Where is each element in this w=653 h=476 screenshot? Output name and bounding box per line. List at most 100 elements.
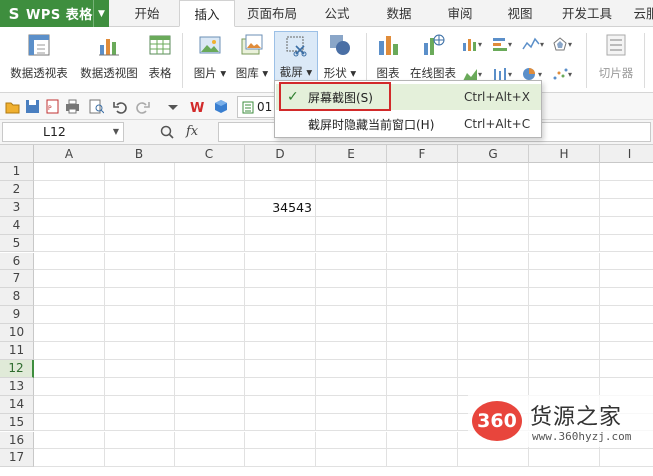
cell-d15[interactable] [245, 413, 316, 432]
cell-f15[interactable] [387, 413, 458, 432]
cell-b14[interactable] [104, 395, 175, 414]
cell-a4[interactable] [34, 216, 105, 235]
cell-b3[interactable] [104, 198, 175, 217]
cell-b5[interactable] [104, 234, 175, 253]
cell-f3[interactable] [387, 198, 458, 217]
cell-g13[interactable] [458, 377, 529, 396]
tab-formulas[interactable]: 公式 [312, 0, 362, 27]
radar-chart-dropdown[interactable]: ▾ [552, 35, 572, 53]
row-header-17[interactable]: 17 [0, 449, 34, 468]
cell-e13[interactable] [316, 377, 387, 396]
cell-b12[interactable] [104, 359, 175, 378]
cell-g17[interactable] [458, 449, 529, 468]
select-all-corner[interactable] [0, 145, 34, 163]
row-header-13[interactable]: 13 [0, 377, 34, 396]
cell-e5[interactable] [316, 234, 387, 253]
cell-e14[interactable] [316, 395, 387, 414]
cell-d2[interactable] [245, 180, 316, 199]
cell-f4[interactable] [387, 216, 458, 235]
screenshot-button[interactable]: 截屏 ▾ [274, 31, 318, 85]
cell-c2[interactable] [174, 180, 245, 199]
cell-a16[interactable] [34, 431, 105, 450]
column-header-i[interactable]: I [600, 145, 653, 163]
tab-view[interactable]: 视图 [496, 0, 544, 27]
row-header-5[interactable]: 5 [0, 234, 34, 253]
cell-d6[interactable] [245, 252, 316, 271]
cell-i11[interactable] [600, 342, 653, 360]
picture-button[interactable]: 图片 ▾ [190, 33, 230, 81]
column-header-b[interactable]: B [104, 145, 175, 163]
insert-function-fx[interactable]: fx [186, 124, 198, 139]
row-header-9[interactable]: 9 [0, 306, 34, 325]
cell-d9[interactable] [245, 306, 316, 325]
cell-b2[interactable] [104, 180, 175, 199]
cell-c10[interactable] [174, 324, 245, 342]
cell-e15[interactable] [316, 413, 387, 432]
cell-i4[interactable] [600, 217, 653, 235]
cell-g11[interactable] [458, 342, 529, 360]
cell-e2[interactable] [316, 180, 387, 199]
row-header-16[interactable]: 16 [0, 431, 34, 450]
row-header-1[interactable]: 1 [0, 163, 34, 181]
row-header-12[interactable]: 12 [0, 359, 34, 378]
row-header-2[interactable]: 2 [0, 180, 34, 199]
cell-f16[interactable] [387, 431, 458, 450]
cell-g8[interactable] [458, 288, 529, 307]
cell-f14[interactable] [387, 395, 458, 414]
name-box[interactable]: L12 ▼ [2, 122, 124, 142]
cell-i12[interactable] [600, 360, 653, 378]
row-header-10[interactable]: 10 [0, 324, 34, 342]
cell-b15[interactable] [104, 413, 175, 432]
cell-f5[interactable] [387, 234, 458, 253]
cube-app-icon[interactable] [213, 99, 228, 114]
print-icon[interactable] [65, 99, 80, 114]
cell-c5[interactable] [174, 234, 245, 253]
cell-c7[interactable] [174, 270, 245, 289]
cell-i10[interactable] [600, 324, 653, 342]
cell-a7[interactable] [34, 270, 105, 289]
cell-i8[interactable] [600, 288, 653, 307]
cell-a13[interactable] [34, 377, 105, 396]
undo-icon[interactable] [113, 99, 128, 114]
cell-d12[interactable] [245, 359, 316, 378]
cell-b10[interactable] [104, 324, 175, 342]
save-icon[interactable] [25, 99, 40, 114]
row-header-8[interactable]: 8 [0, 288, 34, 307]
app-menu-button[interactable]: S WPS 表格 ▼ [0, 0, 109, 27]
cell-a6[interactable] [34, 252, 105, 271]
cell-d4[interactable] [245, 216, 316, 235]
row-header-6[interactable]: 6 [0, 252, 34, 271]
cell-b13[interactable] [104, 377, 175, 396]
cell-c16[interactable] [174, 431, 245, 450]
cell-g5[interactable] [458, 234, 529, 253]
cell-b7[interactable] [104, 270, 175, 289]
cell-f12[interactable] [387, 359, 458, 378]
tab-developer[interactable]: 开发工具 [556, 0, 618, 27]
chevron-down-icon[interactable]: ▼ [113, 123, 119, 141]
table-button[interactable]: 表格 [144, 33, 176, 81]
cell-i13[interactable] [600, 378, 653, 396]
cell-i3[interactable] [600, 199, 653, 217]
row-header-7[interactable]: 7 [0, 270, 34, 289]
line-chart-dropdown[interactable]: ▾ [522, 35, 544, 53]
cell-d16[interactable] [245, 431, 316, 450]
cell-d17[interactable] [245, 449, 316, 468]
pivot-table-button[interactable]: 数据透视表 [8, 33, 70, 81]
cell-a2[interactable] [34, 180, 105, 199]
cell-h3[interactable] [529, 198, 600, 217]
cell-c1[interactable] [174, 163, 245, 181]
online-chart-button[interactable]: 在线图表 [408, 33, 458, 81]
column-header-c[interactable]: C [174, 145, 245, 163]
cell-g9[interactable] [458, 306, 529, 325]
cell-i17[interactable] [600, 449, 653, 468]
tab-insert[interactable]: 插入 [179, 0, 235, 27]
cell-h8[interactable] [529, 288, 600, 307]
tab-data[interactable]: 数据 [374, 0, 424, 27]
cell-g12[interactable] [458, 359, 529, 378]
tab-review[interactable]: 审阅 [436, 0, 484, 27]
cell-h11[interactable] [529, 342, 600, 360]
redo-icon[interactable] [135, 99, 150, 114]
row-header-3[interactable]: 3 [0, 198, 34, 217]
menu-item-hide-window-capture[interactable]: 截屏时隐藏当前窗口(H) Ctrl+Alt+C [276, 111, 541, 137]
cell-b16[interactable] [104, 431, 175, 450]
